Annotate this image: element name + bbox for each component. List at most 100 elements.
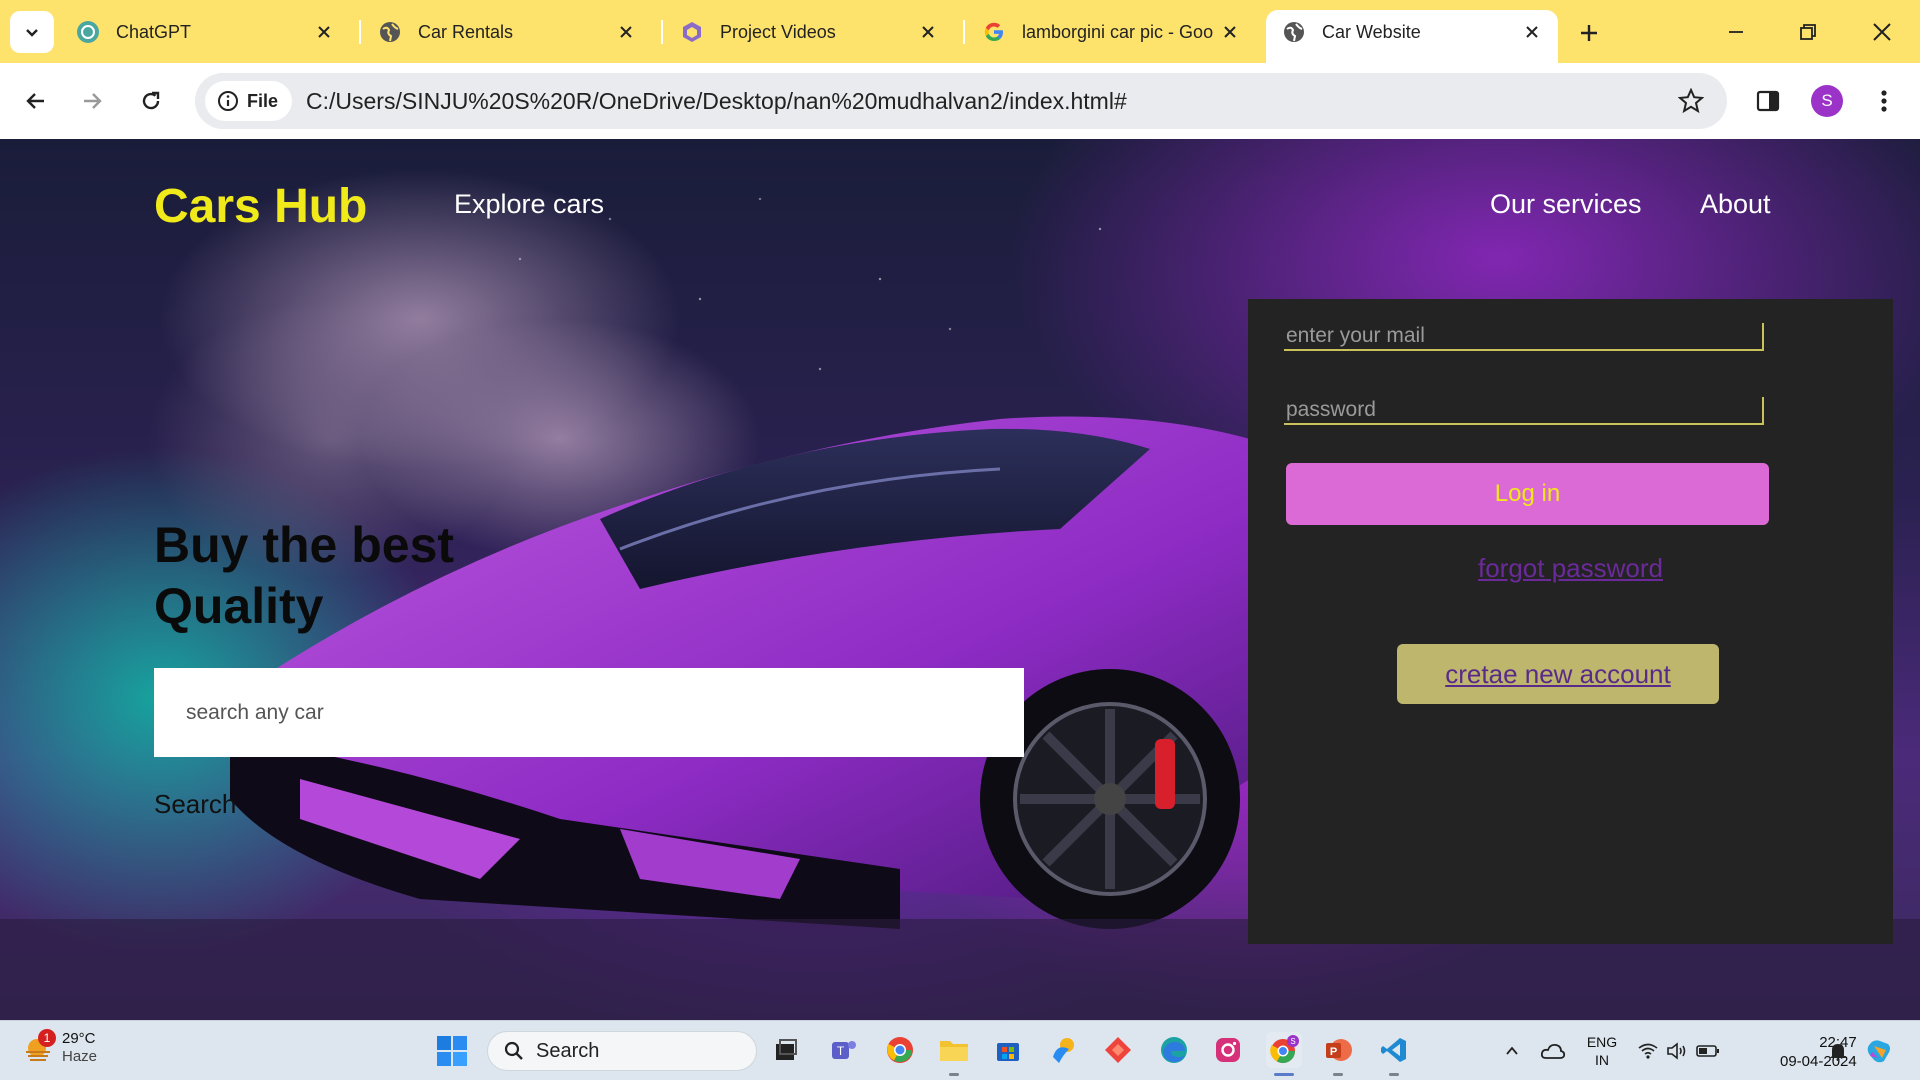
tab-google-search[interactable]: lamborgini car pic - Goo — [966, 10, 1256, 54]
volume-icon[interactable] — [1664, 1021, 1690, 1080]
brand-logo[interactable]: Cars Hub — [154, 179, 367, 234]
arrow-right-icon — [84, 93, 102, 109]
login-button[interactable]: Log in — [1286, 463, 1769, 525]
battery-icon[interactable] — [1694, 1021, 1722, 1080]
google-icon — [982, 20, 1006, 44]
forgot-password-link[interactable]: forgot password — [1478, 553, 1663, 584]
chrome-icon[interactable] — [882, 1032, 918, 1068]
tab-car-rentals[interactable]: Car Rentals — [362, 10, 652, 54]
taskbar-search[interactable]: Search — [487, 1031, 757, 1071]
chatgpt-icon — [76, 20, 100, 44]
info-icon — [218, 91, 238, 111]
close-window-button[interactable] — [1852, 10, 1912, 54]
chevron-down-icon — [26, 29, 38, 37]
forward-button[interactable] — [74, 83, 110, 119]
tab-search-button[interactable] — [10, 11, 54, 53]
hero-title: Buy the best Quality — [154, 517, 455, 634]
globe-icon — [378, 20, 402, 44]
restore-button[interactable] — [1778, 10, 1838, 54]
create-account-label: cretae new account — [1445, 658, 1671, 689]
browser-toolbar: File C:/Users/SINJU%20S%20R/OneDrive/Des… — [0, 63, 1920, 139]
nav-explore-cars[interactable]: Explore cars — [454, 189, 604, 220]
close-icon — [1873, 23, 1891, 41]
star-icon — [1678, 88, 1704, 114]
reload-button[interactable] — [133, 83, 169, 119]
tab-separator — [963, 20, 965, 44]
close-icon[interactable] — [312, 20, 336, 44]
close-icon[interactable] — [916, 20, 940, 44]
copilot-icon[interactable] — [1862, 1021, 1896, 1080]
notifications-icon[interactable] — [1826, 1021, 1850, 1080]
edge-icon[interactable] — [1156, 1032, 1192, 1068]
email-field[interactable] — [1284, 323, 1764, 351]
running-indicator — [1333, 1073, 1343, 1076]
profile-avatar[interactable]: S — [1811, 85, 1843, 117]
vscode-icon[interactable] — [1376, 1032, 1412, 1076]
minimize-icon — [1729, 31, 1743, 33]
svg-text:S: S — [1290, 1037, 1295, 1046]
anydesk-icon[interactable] — [1100, 1032, 1136, 1068]
onedrive-icon[interactable] — [1538, 1021, 1568, 1080]
tab-title: ChatGPT — [116, 21, 192, 42]
svg-text:T: T — [837, 1044, 845, 1058]
url-text[interactable]: C:/Users/SINJU%20S%20R/OneDrive/Desktop/… — [306, 88, 1127, 115]
show-hidden-icons-button[interactable] — [1500, 1021, 1524, 1080]
chevron-up-icon — [1506, 1046, 1518, 1055]
running-indicator — [949, 1073, 959, 1076]
bookmark-button[interactable] — [1677, 87, 1705, 115]
file-explorer-icon[interactable] — [936, 1032, 972, 1076]
weather-haze-icon: 1 — [24, 1029, 56, 1063]
svg-text:P: P — [1330, 1046, 1337, 1058]
project-icon — [680, 20, 704, 44]
tab-project-videos[interactable]: Project Videos — [664, 10, 954, 54]
tab-separator — [661, 20, 663, 44]
side-panel-icon — [1756, 90, 1780, 112]
globe-icon — [1282, 20, 1306, 44]
restore-icon — [1800, 24, 1816, 40]
login-panel: Log in forgot password cretae new accoun… — [1248, 299, 1893, 944]
instagram-icon[interactable] — [1210, 1032, 1246, 1068]
plus-icon — [1581, 25, 1597, 41]
task-view-icon[interactable] — [768, 1032, 804, 1068]
browser-menu-button[interactable] — [1866, 83, 1902, 119]
taskbar-search-label: Search — [536, 1039, 600, 1062]
nav-about[interactable]: About — [1700, 189, 1771, 220]
language-line-2: IN — [1595, 1052, 1609, 1068]
nav-our-services[interactable]: Our services — [1490, 189, 1642, 220]
close-icon[interactable] — [1218, 20, 1242, 44]
tab-chatgpt[interactable]: ChatGPT — [60, 10, 350, 54]
address-bar[interactable]: File C:/Users/SINJU%20S%20R/OneDrive/Des… — [195, 73, 1727, 129]
close-icon[interactable] — [614, 20, 638, 44]
microsoft-store-icon[interactable] — [990, 1032, 1026, 1068]
powerpoint-icon[interactable]: P — [1320, 1032, 1356, 1076]
minimize-button[interactable] — [1706, 10, 1766, 54]
search-button[interactable]: Search — [154, 789, 236, 820]
running-indicator — [1389, 1073, 1399, 1076]
new-tab-button[interactable] — [1572, 16, 1606, 50]
language-line-1: ENG — [1586, 1034, 1618, 1050]
language-indicator[interactable]: ENG IN — [1580, 1021, 1624, 1080]
web-page: Cars Hub Explore cars Our services About… — [0, 139, 1920, 1020]
start-button[interactable] — [436, 1035, 468, 1067]
close-icon[interactable] — [1520, 20, 1544, 44]
teams-icon[interactable]: T — [826, 1032, 862, 1068]
weather-app-icon[interactable] — [1046, 1032, 1082, 1068]
search-icon — [504, 1041, 523, 1060]
active-indicator — [1274, 1073, 1294, 1076]
tab-car-website[interactable]: Car Website — [1266, 10, 1558, 63]
chrome-profile-icon[interactable]: S — [1266, 1032, 1302, 1076]
side-panel-button[interactable] — [1750, 83, 1786, 119]
password-field[interactable] — [1284, 397, 1764, 425]
create-account-button[interactable]: cretae new account — [1397, 644, 1719, 704]
tab-title: Car Website — [1322, 21, 1421, 42]
car-search-input[interactable] — [154, 668, 1024, 757]
tab-title: Project Videos — [720, 21, 836, 42]
more-vertical-icon — [1881, 90, 1887, 112]
wifi-icon[interactable] — [1636, 1021, 1660, 1080]
windows-icon — [437, 1036, 467, 1066]
arrow-left-icon — [26, 93, 44, 109]
site-info-chip[interactable]: File — [205, 81, 293, 121]
weather-widget[interactable]: 1 29°C Haze — [24, 1029, 97, 1066]
weather-alert-badge: 1 — [38, 1029, 56, 1047]
back-button[interactable] — [18, 83, 54, 119]
